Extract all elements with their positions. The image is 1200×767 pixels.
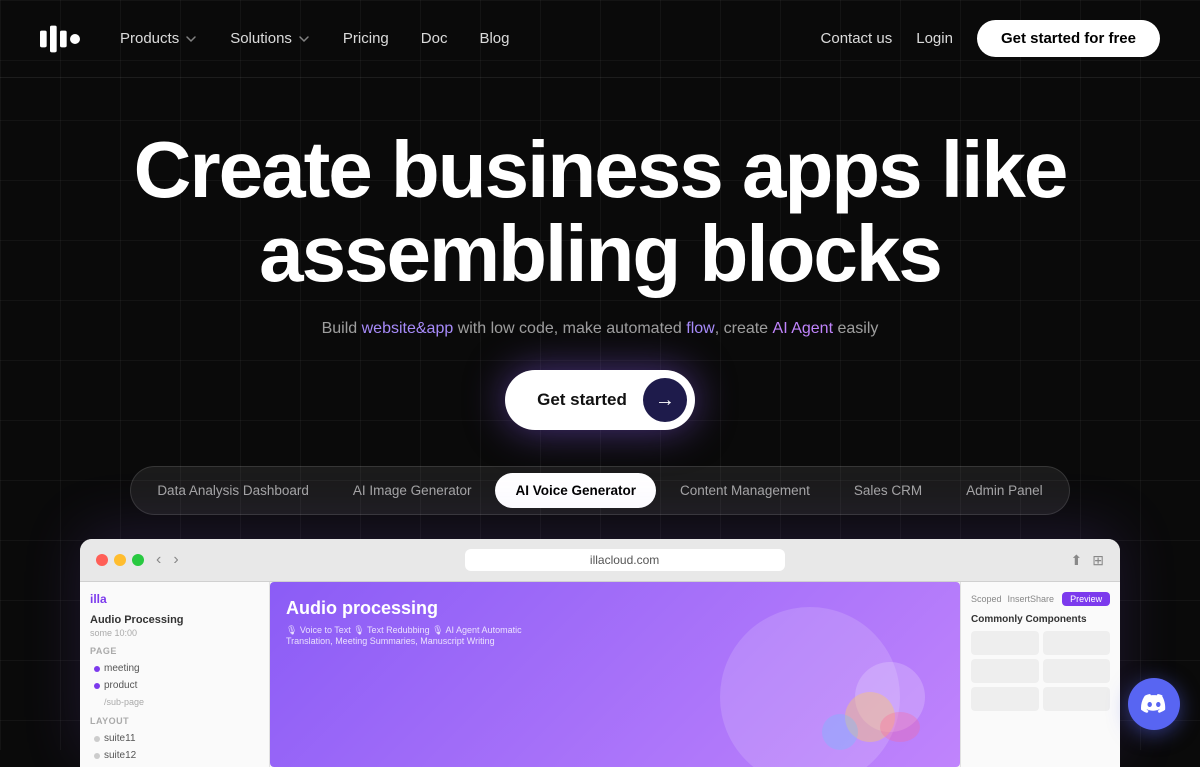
nav-products[interactable]: Products <box>120 30 198 47</box>
hero-ai-link[interactable]: AI Agent <box>773 320 834 337</box>
window-action-icons: ⬆ ⊞ <box>1071 552 1104 569</box>
canvas-preview: Audio processing 🎙 Voice to Text 🎙 Text … <box>270 582 960 767</box>
window-titlebar: ‹ › illacloud.com ⬆ ⊞ <box>80 539 1120 582</box>
login-button[interactable]: Login <box>916 30 953 47</box>
app-sidebar: illa Audio Processing some 10:00 PAGE me… <box>80 582 270 767</box>
nav-blog[interactable]: Blog <box>479 30 509 47</box>
hero-cta-button[interactable]: Get started → <box>505 370 695 430</box>
hero-cta-label: Get started <box>537 390 627 410</box>
nav-pricing[interactable]: Pricing <box>343 30 389 47</box>
discord-button[interactable] <box>1128 678 1180 730</box>
sidebar-layout-section: LAYOUT <box>90 716 259 726</box>
sidebar-app-sublabel: some 10:00 <box>90 628 259 638</box>
tab-ai-voice[interactable]: AI Voice Generator <box>495 473 656 508</box>
get-started-nav-button[interactable]: Get started for free <box>977 20 1160 57</box>
hero-flow-link[interactable]: flow <box>686 320 714 337</box>
sidebar-suite11-item[interactable]: suite11 <box>90 730 259 747</box>
sidebar-product-item[interactable]: product <box>90 677 259 694</box>
hero-subtitle: Build website&app with low code, make au… <box>0 320 1200 338</box>
hero-section: Create business apps like assembling blo… <box>0 78 1200 430</box>
nav-doc[interactable]: Doc <box>421 30 448 47</box>
component-placeholder-4 <box>1043 659 1111 683</box>
window-back-icon[interactable]: ‹ <box>156 551 161 569</box>
tab-sales-crm[interactable]: Sales CRM <box>834 473 942 508</box>
canvas-app-content: Audio processing 🎙 Voice to Text 🎙 Text … <box>286 598 566 646</box>
tab-data-analysis[interactable]: Data Analysis Dashboard <box>137 473 329 508</box>
logo[interactable] <box>40 25 80 53</box>
window-tab-icon[interactable]: ⊞ <box>1092 552 1104 569</box>
tab-ai-image[interactable]: AI Image Generator <box>333 473 492 508</box>
app-preview-window: ‹ › illacloud.com ⬆ ⊞ illa Audio Process… <box>80 539 1120 767</box>
nav-right: Contact us Login Get started for free <box>821 20 1160 57</box>
component-placeholder-3 <box>971 659 1039 683</box>
share-label[interactable]: Share <box>1030 594 1054 604</box>
sidebar-subpage-item[interactable]: /sub-page <box>90 694 259 710</box>
nav-contact[interactable]: Contact us <box>821 30 893 47</box>
app-properties-panel: Scoped Insert Share Preview Commonly Com… <box>960 582 1120 767</box>
hero-cta-arrow-icon: → <box>643 378 687 422</box>
discord-icon <box>1141 694 1167 714</box>
component-placeholder-5 <box>971 687 1039 711</box>
window-traffic-lights <box>96 554 144 566</box>
properties-header: Commonly Components <box>971 614 1110 625</box>
window-close-dot[interactable] <box>96 554 108 566</box>
component-placeholder-1 <box>971 631 1039 655</box>
nav-left: Products Solutions Pricing Doc Blog <box>40 25 510 53</box>
window-body: illa Audio Processing some 10:00 PAGE me… <box>80 582 1120 767</box>
window-forward-icon[interactable]: › <box>173 551 178 569</box>
navigation: Products Solutions Pricing Doc Blog Cont… <box>0 0 1200 78</box>
app-sidebar-logo: illa <box>90 592 259 606</box>
window-maximize-dot[interactable] <box>132 554 144 566</box>
window-url-bar[interactable]: illacloud.com <box>465 549 785 571</box>
prop-insert-label: Insert <box>1008 594 1031 604</box>
solutions-chevron-icon <box>297 32 311 46</box>
canvas-app-desc: 🎙 Voice to Text 🎙 Text Redubbing 🎙 AI Ag… <box>286 625 566 646</box>
window-minimize-dot[interactable] <box>114 554 126 566</box>
sidebar-dot-icon <box>94 683 100 689</box>
prop-scoped-label: Scoped <box>971 594 1002 604</box>
tab-content-management[interactable]: Content Management <box>660 473 830 508</box>
window-share-icon[interactable]: ⬆ <box>1071 552 1083 569</box>
sidebar-meeting-item[interactable]: meeting <box>90 660 259 677</box>
component-placeholder-6 <box>1043 687 1111 711</box>
tab-admin-panel[interactable]: Admin Panel <box>946 473 1063 508</box>
demo-tabs: Data Analysis Dashboard AI Image Generat… <box>130 466 1069 515</box>
decorative-blob-icon <box>810 657 930 757</box>
hero-title: Create business apps like assembling blo… <box>120 128 1080 296</box>
sidebar-page-section: PAGE <box>90 646 259 656</box>
canvas-app-title: Audio processing <box>286 598 566 619</box>
products-chevron-icon <box>184 32 198 46</box>
nav-solutions[interactable]: Solutions <box>230 30 311 47</box>
app-canvas: Audio processing 🎙 Voice to Text 🎙 Text … <box>270 582 960 767</box>
sidebar-dot-icon <box>94 666 100 672</box>
hero-website-link[interactable]: website&app <box>362 320 454 337</box>
sidebar-app-name: Audio Processing <box>90 614 259 626</box>
component-placeholder-2 <box>1043 631 1111 655</box>
sidebar-dot-icon <box>94 753 100 759</box>
sidebar-dot-icon <box>94 736 100 742</box>
preview-button[interactable]: Preview <box>1062 592 1110 606</box>
